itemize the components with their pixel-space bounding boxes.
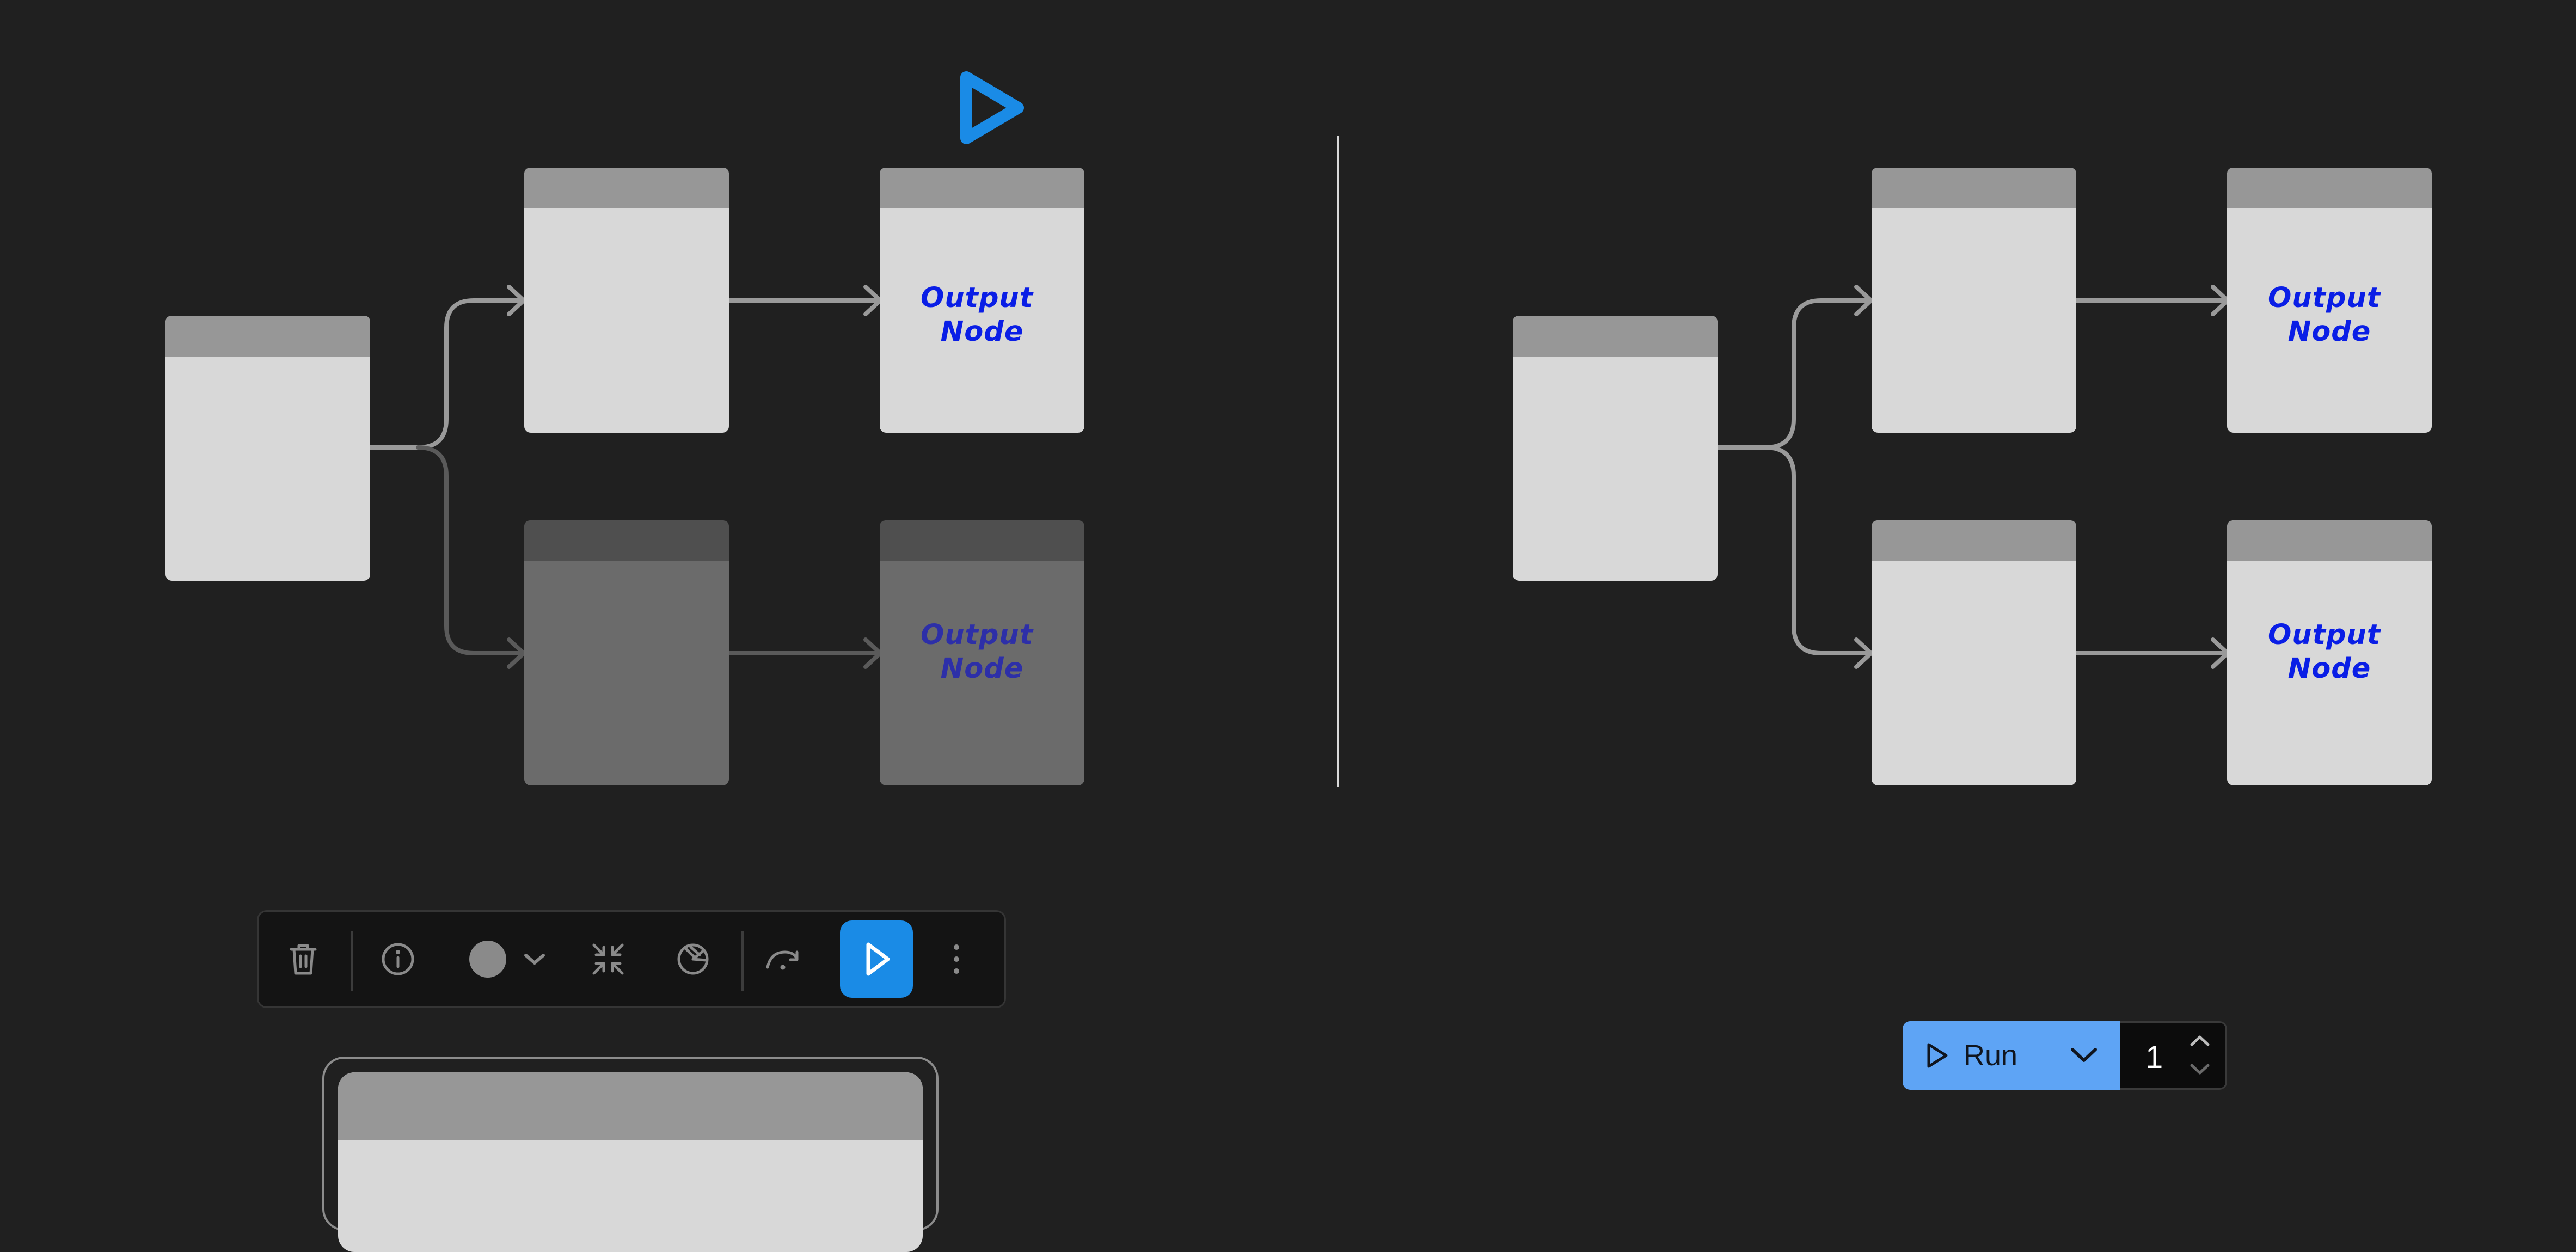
- run-control: Run 1: [1903, 1021, 2227, 1090]
- panel-divider: [1337, 136, 1339, 787]
- left-diagram: Output Node Output Node: [165, 71, 1084, 785]
- collapse-icon: [592, 943, 624, 975]
- play-icon: [866, 942, 890, 976]
- middle-node-top[interactable]: [524, 168, 729, 433]
- middle-node-top[interactable]: [1872, 168, 2076, 433]
- output-node-bottom-inactive[interactable]: Output Node: [880, 520, 1084, 785]
- output-node-top[interactable]: Output Node: [2227, 168, 2432, 433]
- batch-count-input[interactable]: 1: [2120, 1021, 2227, 1090]
- toolbar-separator: [741, 931, 744, 991]
- edge-source-to-bottom: [1763, 445, 1872, 655]
- batch-count-value: 1: [2145, 1040, 2163, 1075]
- more-options-button[interactable]: [934, 936, 979, 982]
- collapse-button[interactable]: [585, 936, 631, 982]
- redo-arrow-icon: [766, 950, 799, 970]
- edge-source-to-top: [368, 298, 525, 450]
- color-dot-icon: [469, 941, 506, 978]
- source-node[interactable]: [1513, 316, 1718, 581]
- play-icon: [1927, 1043, 1948, 1068]
- right-diagram: Output Node Output Node: [1513, 168, 2432, 785]
- chevron-down-icon[interactable]: [2188, 1061, 2211, 1077]
- preview-node: [338, 1072, 923, 1252]
- run-button[interactable]: Run: [1903, 1021, 2120, 1090]
- node-preview-frame: [322, 1057, 939, 1252]
- edge-source-to-bottom: [416, 445, 525, 655]
- chevron-up-icon[interactable]: [2188, 1033, 2211, 1049]
- run-button-label: Run: [1964, 1039, 2018, 1072]
- info-button[interactable]: [375, 936, 421, 982]
- info-icon: [382, 943, 414, 975]
- selection-toolbox: [257, 910, 1006, 1008]
- output-node-bottom[interactable]: Output Node: [2227, 520, 2432, 785]
- delete-button[interactable]: [280, 936, 326, 982]
- trash-icon: [290, 944, 317, 975]
- play-triangle-icon: [960, 71, 1024, 144]
- bypass-button[interactable]: [670, 936, 716, 982]
- redo-button[interactable]: [759, 936, 805, 982]
- output-node-top[interactable]: Output Node: [880, 168, 1084, 433]
- toolbar-separator: [351, 931, 353, 991]
- preview-node-header: [338, 1072, 923, 1140]
- middle-node-bottom-inactive[interactable]: [524, 520, 729, 785]
- bypass-icon: [677, 943, 709, 975]
- middle-node-bottom[interactable]: [1872, 520, 2076, 785]
- source-node[interactable]: [165, 316, 370, 581]
- edge-source-to-top: [1715, 298, 1872, 450]
- execute-node-button[interactable]: [840, 920, 913, 998]
- chevron-down-icon: [524, 954, 545, 965]
- more-vertical-icon: [954, 944, 959, 974]
- color-picker-button[interactable]: [461, 936, 554, 982]
- chevron-down-icon[interactable]: [2069, 1043, 2099, 1067]
